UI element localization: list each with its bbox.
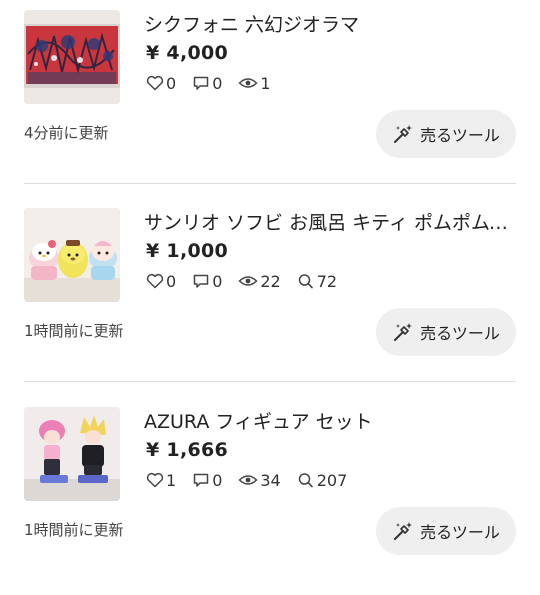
comment-icon (193, 274, 209, 288)
item-stats: 1 0 34 207 (146, 467, 363, 493)
updated-time: 1時間前に更新 (24, 521, 124, 539)
search-icon (298, 473, 313, 488)
item-thumbnail[interactable] (24, 10, 120, 104)
updated-time: 1時間前に更新 (24, 322, 124, 340)
sell-tool-button[interactable]: 売るツール (376, 308, 516, 356)
listing-item[interactable]: サンリオ ソフビ お風呂 キティ ポムポムプリン ¥ 1,000 0 0 22 … (0, 198, 540, 396)
listing-item[interactable]: AZURA フィギュア セット ¥ 1,666 1 0 34 207 1時間前に… (0, 397, 540, 595)
eye-icon (238, 475, 258, 485)
eye-icon (238, 276, 258, 286)
item-price: ¥ 1,666 (146, 439, 229, 461)
comment-icon (193, 473, 209, 487)
likes-count: 0 (166, 73, 177, 93)
comments-count: 0 (212, 271, 223, 291)
comments-count: 0 (212, 470, 223, 490)
views-count: 34 (260, 470, 281, 490)
sell-tool-label: 売るツール (420, 324, 500, 343)
search-icon (298, 274, 313, 289)
sell-tool-button[interactable]: 売るツール (376, 507, 516, 555)
likes-count: 0 (166, 271, 177, 291)
comments-count: 0 (212, 73, 223, 93)
sell-tool-label: 売るツール (420, 523, 500, 542)
item-stats: 0 0 22 72 (146, 268, 353, 294)
eye-icon (238, 78, 258, 88)
item-price: ¥ 4,000 (146, 42, 229, 64)
likes-count: 1 (166, 470, 177, 490)
item-title[interactable]: AZURA フィギュア セット (144, 409, 520, 435)
sparkle-hammer-icon (394, 522, 413, 540)
divider (24, 381, 516, 382)
comment-icon (193, 76, 209, 90)
sell-tool-button[interactable]: 売るツール (376, 110, 516, 158)
sparkle-hammer-icon (394, 323, 413, 341)
heart-icon (146, 472, 164, 488)
item-stats: 0 0 1 (146, 70, 287, 96)
listing-item[interactable]: シクフォニ 六幻ジオラマ ¥ 4,000 0 0 1 4分前に更新 売るツール (0, 0, 540, 198)
heart-icon (146, 75, 164, 91)
sell-tool-label: 売るツール (420, 126, 500, 145)
item-price: ¥ 1,000 (146, 240, 229, 262)
sparkle-hammer-icon (394, 125, 413, 143)
views-count: 22 (260, 271, 281, 291)
item-thumbnail[interactable] (24, 407, 120, 501)
searches-count: 207 (316, 470, 348, 490)
searches-count: 72 (316, 271, 338, 291)
item-thumbnail[interactable] (24, 208, 120, 302)
heart-icon (146, 273, 164, 289)
item-title[interactable]: シクフォニ 六幻ジオラマ (144, 12, 520, 38)
views-count: 1 (260, 73, 271, 93)
divider (24, 183, 516, 184)
item-title[interactable]: サンリオ ソフビ お風呂 キティ ポムポムプリン (144, 210, 520, 236)
updated-time: 4分前に更新 (24, 124, 109, 142)
